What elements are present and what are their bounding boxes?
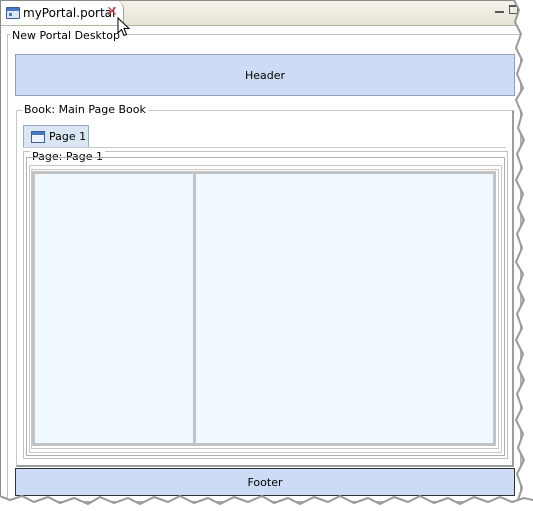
footer-placeholder[interactable]: Footer [15, 468, 515, 496]
torn-edge-right [513, 0, 533, 511]
placeholder-column-left[interactable] [35, 174, 193, 443]
minimize-icon[interactable] [495, 6, 504, 13]
portal-file-icon [6, 7, 20, 19]
header-label: Header [244, 68, 286, 82]
editor-tab-title: myPortal.portal [23, 6, 116, 20]
portal-editor-window: myPortal.portal ✕ New Portal Desktop Hea… [0, 0, 520, 501]
torn-edge-bottom [0, 494, 533, 511]
tab-page-1[interactable]: Page 1 [23, 125, 89, 148]
tab-strip-divider [23, 147, 506, 148]
tab-page-1-label: Page 1 [49, 130, 87, 143]
desktop-label: New Portal Desktop [10, 29, 122, 42]
page-icon [31, 131, 45, 143]
page-layout-columns [32, 171, 496, 446]
editor-tab-bar: myPortal.portal ✕ [1, 1, 520, 26]
header-placeholder[interactable]: Header [15, 54, 515, 96]
footer-label: Footer [247, 475, 283, 489]
mouse-cursor-icon [117, 17, 131, 37]
book-label: Book: Main Page Book [22, 103, 148, 116]
placeholder-column-right[interactable] [196, 174, 493, 443]
editor-tab-myportal[interactable]: myPortal.portal ✕ [1, 1, 124, 25]
